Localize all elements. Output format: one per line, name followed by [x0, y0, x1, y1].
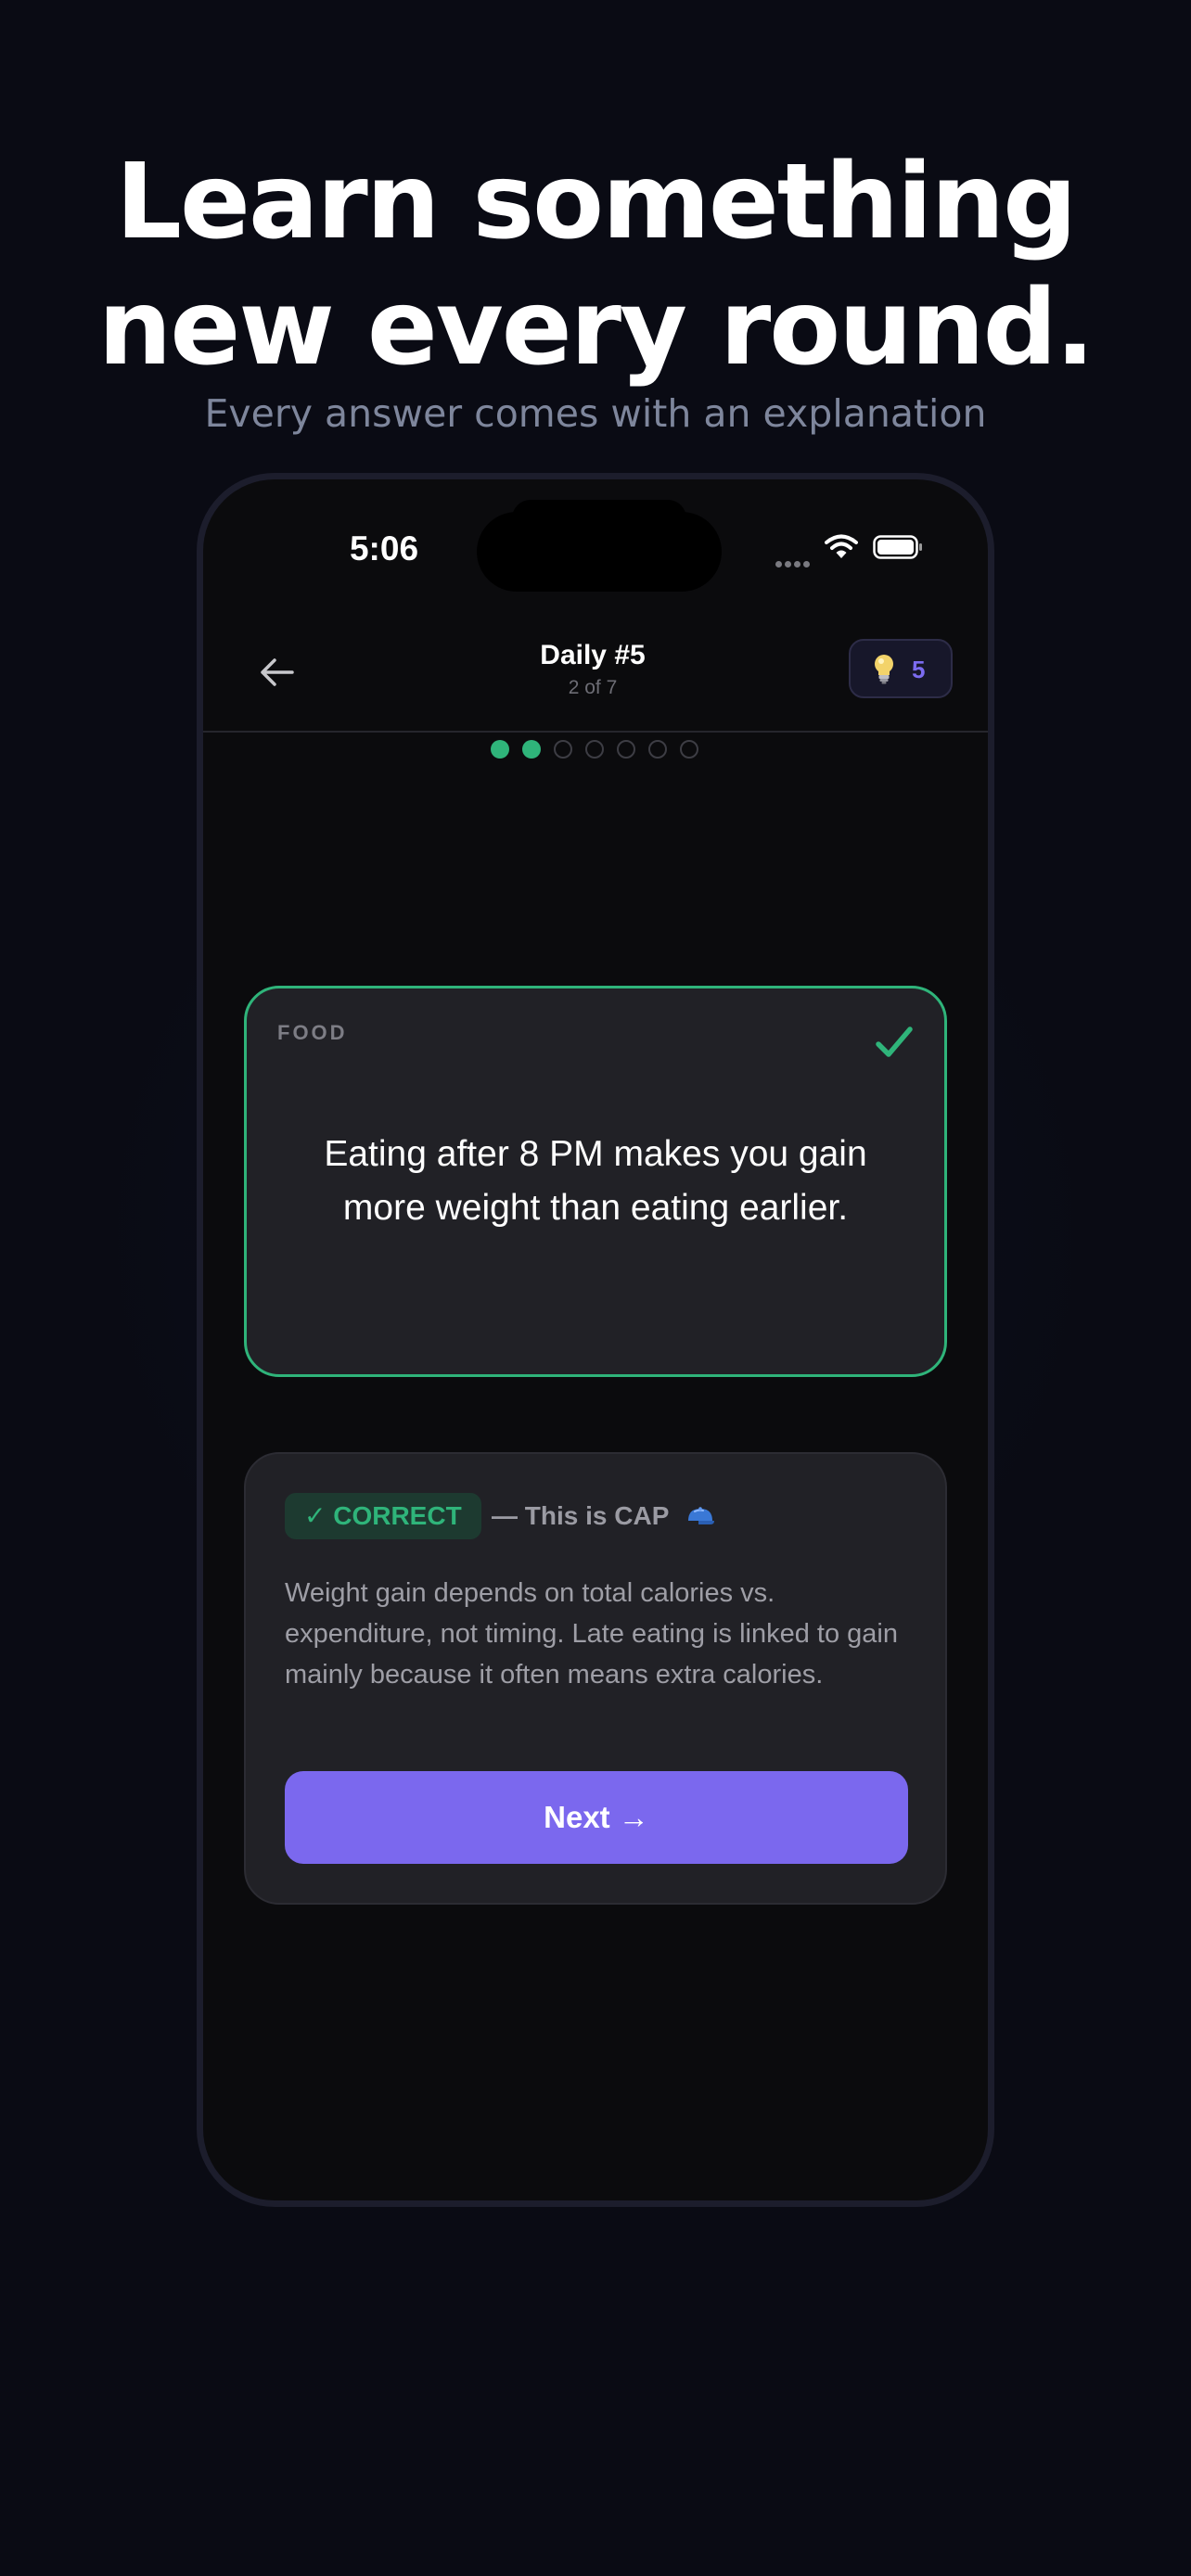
signal-dots-icon [775, 555, 814, 567]
progress-dot-completed [491, 740, 509, 759]
progress-dot-pending [585, 740, 604, 759]
nav-title: Daily #5 [540, 640, 646, 670]
back-arrow-icon[interactable] [250, 644, 305, 700]
lightbulb-icon [875, 655, 893, 684]
next-button[interactable]: Next → [285, 1771, 908, 1864]
wifi-icon [825, 534, 858, 558]
progress-dot-pending [617, 740, 635, 759]
progress-dot-pending [554, 740, 572, 759]
phone-frame: 5:06 Daily #5 2 of 7 5 FOOD Eating after… [197, 473, 994, 2207]
card-statement: Eating after 8 PM makes you gain more we… [324, 1134, 867, 1228]
status-time: 5:06 [349, 529, 419, 567]
verdict-text: — This is CAP [492, 1501, 669, 1530]
check-icon [876, 1027, 913, 1057]
battery-icon [873, 535, 922, 559]
result-panel: ✓ CORRECT — This is CAP Weight gain depe… [244, 1452, 947, 1905]
progress-dot-pending [648, 740, 667, 759]
headline-line-1: Learn something [115, 142, 1078, 262]
headline-subtitle: Every answer comes with an explanation [204, 391, 987, 436]
progress-dot-completed [522, 740, 541, 759]
headline-line-2: new every round. [97, 268, 1095, 389]
progress-dots [491, 733, 713, 759]
hints-count: 5 [912, 656, 926, 683]
verdict: — This is CAP [492, 1497, 715, 1536]
progress-dot-pending [680, 740, 698, 759]
nav-subtitle: 2 of 7 [568, 677, 618, 698]
card-category: FOOD [277, 1021, 348, 1044]
correct-badge: ✓ CORRECT [285, 1493, 481, 1539]
cap-icon [687, 1507, 714, 1524]
explanation-text: Weight gain depends on total calories vs… [285, 1578, 898, 1690]
dynamic-island-cutout [512, 500, 686, 537]
statement-card: FOOD Eating after 8 PM makes you gain mo… [244, 986, 947, 1377]
hints-button[interactable]: 5 [849, 639, 953, 698]
